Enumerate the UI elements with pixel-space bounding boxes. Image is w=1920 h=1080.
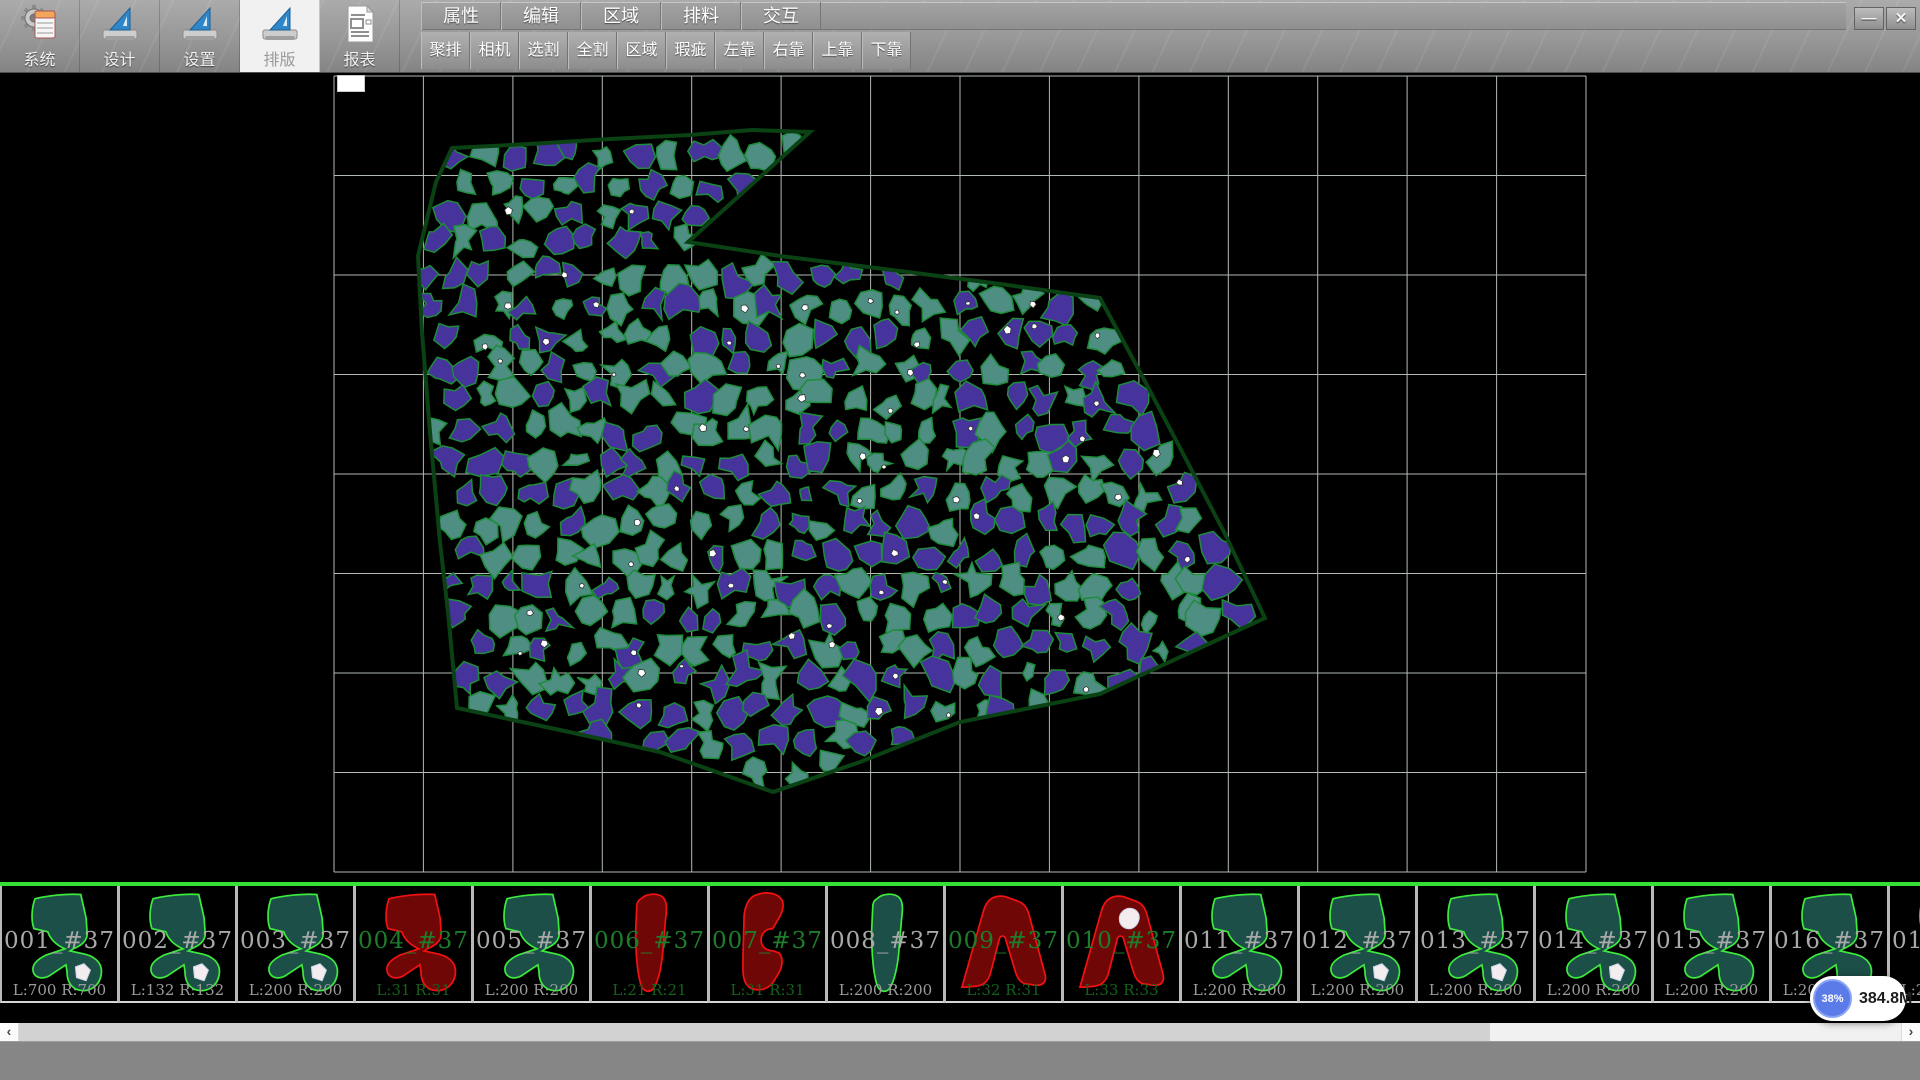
nesting-layout-drawing — [0, 72, 1920, 882]
menu-item-0[interactable]: 属性 — [421, 2, 501, 30]
thumbnail-012_#37[interactable]: 012_#37L:200 R:200 — [1300, 886, 1418, 1003]
canvas-corner-box — [337, 75, 365, 92]
memory-percent-badge: 38% — [1813, 979, 1852, 1018]
tool-button-row: 聚排相机选割全割区域瑕疵左靠右靠上靠下靠 — [421, 32, 911, 69]
minimize-button[interactable]: — — [1854, 7, 1884, 30]
top-toolbar: 系统设计设置排版报表 属性编辑区域排料交互 聚排相机选割全割区域瑕疵左靠右靠上靠… — [0, 0, 1920, 73]
thumbnail-005_#37[interactable]: 005_#37L:200 R:200 — [474, 886, 592, 1003]
nested-pieces — [411, 132, 1256, 791]
close-button[interactable]: ✕ — [1886, 7, 1916, 30]
scroll-right-icon: › — [1909, 1023, 1914, 1039]
memory-size: 384.8M — [1859, 976, 1912, 1021]
scrollbar-thumb[interactable] — [18, 1023, 1490, 1041]
scroll-left-icon: ‹ — [7, 1023, 12, 1039]
thumbnail-015_#37[interactable]: 015_#37L:200 R:200 — [1654, 886, 1772, 1003]
piece-shape — [946, 886, 1061, 1001]
thumbnail-002_#37[interactable]: 002_#37L:132 R:132 — [120, 886, 238, 1003]
tab-label: 排版 — [263, 46, 295, 70]
tool-button-8[interactable]: 上靠 — [813, 32, 862, 69]
tab-report[interactable]: 报表 — [320, 0, 400, 72]
tab-settings[interactable]: 设置 — [160, 0, 240, 72]
minimize-icon: — — [1862, 10, 1877, 27]
thumbnail-007_#37[interactable]: 007_#37L:31 R:31 — [710, 886, 828, 1003]
thumbnail-010_#37[interactable]: 010_#37L:33 R:33 — [1064, 886, 1182, 1003]
horizontal-scrollbar[interactable]: ‹ › — [0, 1023, 1920, 1041]
scroll-left-button[interactable]: ‹ — [0, 1023, 19, 1041]
nesting-app-window: 系统设计设置排版报表 属性编辑区域排料交互 聚排相机选割全割区域瑕疵左靠右靠上靠… — [0, 0, 1920, 1080]
menu-item-1[interactable]: 编辑 — [501, 2, 581, 30]
tab-system[interactable]: 系统 — [0, 0, 80, 72]
thumbnail-004_#37[interactable]: 004_#37L:31 R:31 — [356, 886, 474, 1003]
app-tab-bar: 系统 设计 设置 排版 报表 — [0, 0, 400, 72]
tool-button-3[interactable]: 全割 — [568, 32, 617, 69]
nesting-canvas[interactable] — [0, 72, 1920, 882]
thumbnail-008_#37[interactable]: 008_#37L:200 R:200 — [828, 886, 946, 1003]
tab-design[interactable]: 设计 — [80, 0, 160, 72]
tool-button-1[interactable]: 相机 — [470, 32, 519, 69]
piece-shape — [1418, 886, 1533, 1001]
tool-button-6[interactable]: 左靠 — [715, 32, 764, 69]
piece-shape — [1654, 886, 1769, 1001]
close-icon: ✕ — [1895, 10, 1908, 27]
piece-shape — [1182, 886, 1297, 1001]
window-controls: — ✕ — [1854, 7, 1916, 30]
tab-layout[interactable]: 排版 — [240, 0, 320, 72]
memory-gauge: 38% 384.8M — [1810, 976, 1906, 1021]
piece-shape — [356, 886, 471, 1001]
piece-shape — [1536, 886, 1651, 1001]
thumbnail-strip: 001_#37L:700 R:700002_#37L:132 R:132003_… — [0, 882, 1920, 1005]
ruler-icon — [99, 3, 141, 45]
piece-shape — [120, 886, 235, 1001]
ruler-icon — [259, 3, 301, 45]
tool-button-4[interactable]: 区域 — [617, 32, 666, 69]
report-icon — [339, 3, 381, 45]
menu-bar: 属性编辑区域排料交互 — [421, 2, 1846, 30]
menu-item-2[interactable]: 区域 — [581, 2, 661, 30]
thumbnail-009_#37[interactable]: 009_#37L:32 R:31 — [946, 886, 1064, 1003]
piece-shape — [592, 886, 707, 1001]
menu-item-4[interactable]: 交互 — [741, 2, 821, 30]
piece-shape — [2, 886, 117, 1001]
tab-label: 系统 — [23, 46, 55, 70]
status-bar — [0, 1041, 1920, 1080]
piece-shape — [1064, 886, 1179, 1001]
thumbnail-014_#37[interactable]: 014_#37L:200 R:200 — [1536, 886, 1654, 1003]
tool-button-9[interactable]: 下靠 — [862, 32, 911, 69]
tab-label: 设置 — [183, 46, 215, 70]
tab-label: 报表 — [343, 46, 375, 70]
thumbnail-006_#37[interactable]: 006_#37L:21 R:21 — [592, 886, 710, 1003]
system-icon — [19, 3, 61, 45]
thumbnail-011_#37[interactable]: 011_#37L:200 R:200 — [1182, 886, 1300, 1003]
tool-button-7[interactable]: 右靠 — [764, 32, 813, 69]
tool-button-2[interactable]: 选割 — [519, 32, 568, 69]
piece-shape — [710, 886, 825, 1001]
scroll-right-button[interactable]: › — [1901, 1023, 1920, 1041]
memory-percent: 38% — [1821, 993, 1843, 1005]
thumbnail-013_#37[interactable]: 013_#37L:200 R:200 — [1418, 886, 1536, 1003]
thumbnail-003_#37[interactable]: 003_#37L:200 R:200 — [238, 886, 356, 1003]
piece-shape — [828, 886, 943, 1001]
tab-label: 设计 — [103, 46, 135, 70]
strip-bottom-gap — [0, 1005, 1920, 1023]
tool-button-0[interactable]: 聚排 — [421, 32, 470, 69]
piece-shape — [238, 886, 353, 1001]
piece-shape — [474, 886, 589, 1001]
menu-item-3[interactable]: 排料 — [661, 2, 741, 30]
thumbnail-001_#37[interactable]: 001_#37L:700 R:700 — [0, 886, 120, 1003]
tool-button-5[interactable]: 瑕疵 — [666, 32, 715, 69]
ruler-icon — [179, 3, 221, 45]
piece-shape — [1300, 886, 1415, 1001]
